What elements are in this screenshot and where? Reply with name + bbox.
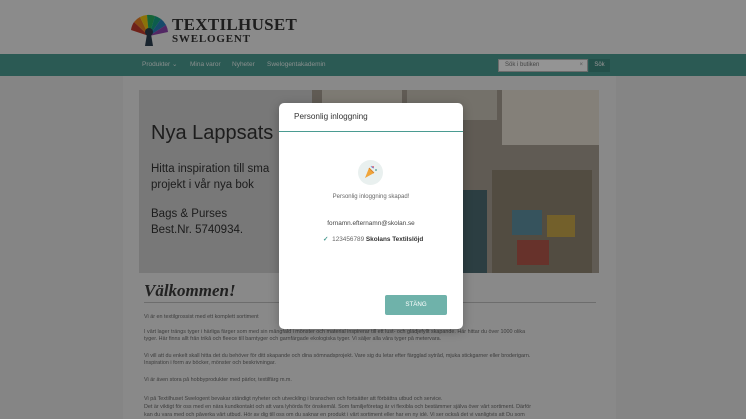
modal-title-divider [279,131,463,132]
login-created-modal: Personlig inloggning Personlig inloggnin… [279,103,463,329]
login-created-message: Personlig inloggning skapad! [332,194,410,200]
close-button[interactable]: STÄNG [385,295,447,315]
checkmark-icon: ✓ [323,236,329,243]
organization-row: ✓ 123456789 Skolans Textilslöjd [323,235,423,243]
organization-name: Skolans Textilslöjd [365,236,424,243]
party-popper-icon [358,160,383,185]
modal-title: Personlig inloggning [294,112,368,121]
organization-number: 123456789 [332,236,365,243]
login-email: fornamn.efternamn@skolan.se [327,220,415,227]
